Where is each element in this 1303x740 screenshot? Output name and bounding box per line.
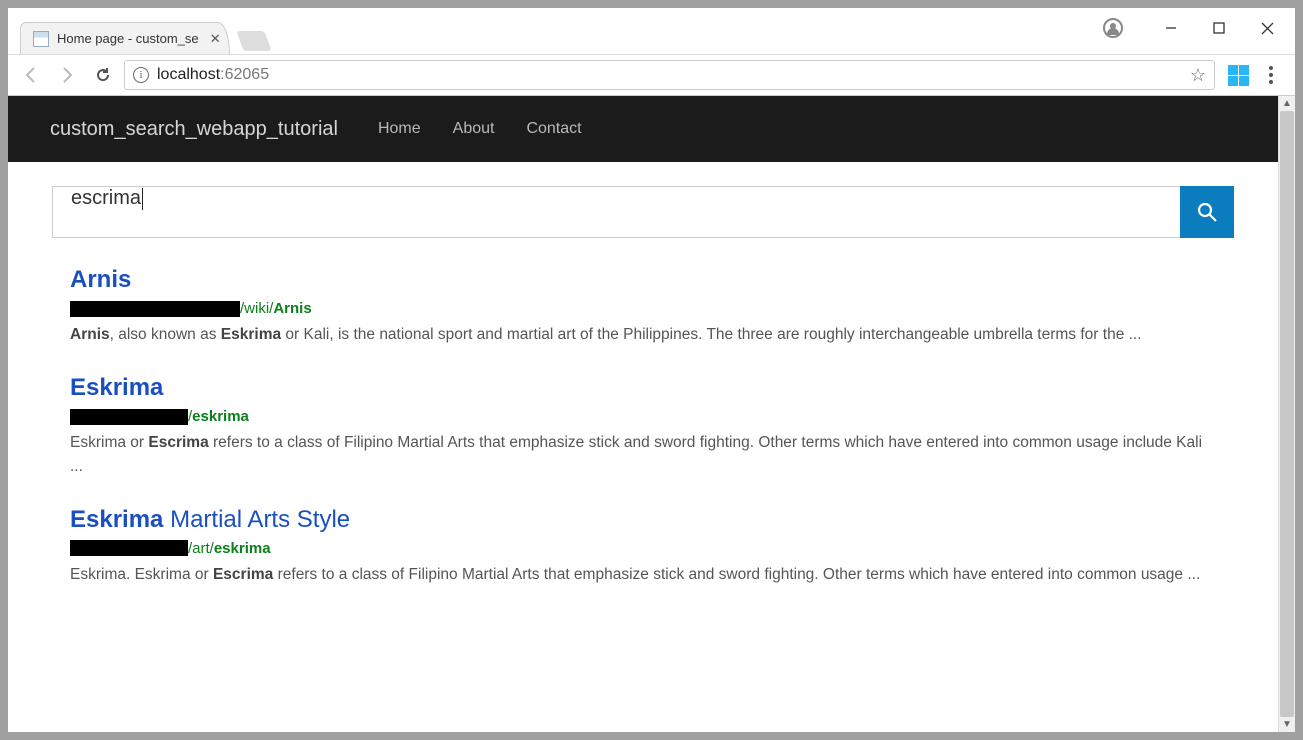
forward-button[interactable]	[52, 60, 82, 90]
result-snippet: Eskrima. Eskrima or Escrima refers to a …	[70, 563, 1216, 586]
back-button[interactable]	[16, 60, 46, 90]
result-snippet: Arnis, also known as Eskrima or Kali, is…	[70, 323, 1216, 346]
address-bar[interactable]: i localhost:62065 ☆	[124, 60, 1215, 90]
search-icon	[1195, 200, 1219, 224]
result-title[interactable]: Eskrima Martial Arts Style	[70, 506, 1216, 534]
text-caret	[142, 188, 143, 210]
nav-link-home[interactable]: Home	[378, 120, 421, 138]
result-title[interactable]: Eskrima	[70, 374, 1216, 402]
window-controls	[1103, 8, 1295, 48]
bookmark-star-icon[interactable]: ☆	[1190, 65, 1206, 86]
tab-title: Home page - custom_se	[57, 31, 199, 46]
search-button[interactable]	[1180, 186, 1234, 238]
browser-menu-button[interactable]	[1255, 66, 1287, 84]
maximize-button[interactable]	[1195, 8, 1243, 48]
nav-link-about[interactable]: About	[453, 120, 495, 138]
minimize-button[interactable]	[1147, 8, 1195, 48]
page: custom_search_webapp_tutorial Home About…	[8, 96, 1278, 732]
redacted-block	[70, 409, 188, 425]
result-snippet: Eskrima or Escrima refers to a class of …	[70, 431, 1216, 478]
search-result: Eskrima Martial Arts Style/art/eskrima Es…	[70, 506, 1216, 586]
content-outer: custom_search_webapp_tutorial Home About…	[8, 96, 1295, 732]
windows-logo-icon	[1228, 65, 1249, 86]
account-icon[interactable]	[1103, 18, 1123, 38]
favicon-icon	[33, 31, 49, 47]
scroll-up-icon[interactable]: ▲	[1282, 98, 1292, 109]
redacted-block	[70, 540, 188, 556]
tabs-row: Home page - custom_se ✕	[8, 8, 268, 54]
browser-window: Home page - custom_se ✕	[8, 8, 1295, 732]
search-result: Eskrima/eskrima Eskrima or Escrima refers…	[70, 374, 1216, 478]
results-list: Arnis/wiki/Arnis Arnis, also known as Esk…	[52, 266, 1234, 586]
reload-button[interactable]	[88, 60, 118, 90]
url-port: :62065	[220, 66, 269, 83]
browser-tab[interactable]: Home page - custom_se ✕	[20, 22, 230, 54]
url-host: localhost	[157, 66, 220, 83]
scroll-thumb[interactable]	[1280, 111, 1294, 717]
site-info-icon[interactable]: i	[133, 67, 149, 83]
brand[interactable]: custom_search_webapp_tutorial	[50, 118, 338, 141]
nav-link-contact[interactable]: Contact	[526, 120, 581, 138]
search-input[interactable]: escrima	[53, 187, 1180, 237]
close-window-button[interactable]	[1243, 8, 1291, 48]
result-url[interactable]: /wiki/Arnis	[70, 300, 1216, 317]
main-container: escrima Arnis/wiki/Arnis Arnis, also know…	[8, 162, 1278, 638]
search-query-text: escrima	[71, 187, 141, 209]
result-url[interactable]: /eskrima	[70, 408, 1216, 425]
search-bar: escrima	[52, 186, 1234, 238]
scroll-down-icon[interactable]: ▼	[1282, 719, 1292, 730]
scrollbar[interactable]: ▲ ▼	[1278, 96, 1295, 732]
tab-close-icon[interactable]: ✕	[210, 31, 221, 47]
result-title[interactable]: Arnis	[70, 266, 1216, 294]
titlebar: Home page - custom_se ✕	[8, 8, 1295, 54]
new-tab-button[interactable]	[236, 31, 271, 51]
extension-icon[interactable]	[1227, 64, 1249, 86]
redacted-block	[70, 301, 240, 317]
search-result: Arnis/wiki/Arnis Arnis, also known as Esk…	[70, 266, 1216, 346]
app-navbar: custom_search_webapp_tutorial Home About…	[8, 96, 1278, 162]
address-bar-row: i localhost:62065 ☆	[8, 54, 1295, 96]
result-url[interactable]: /art/eskrima	[70, 540, 1216, 557]
